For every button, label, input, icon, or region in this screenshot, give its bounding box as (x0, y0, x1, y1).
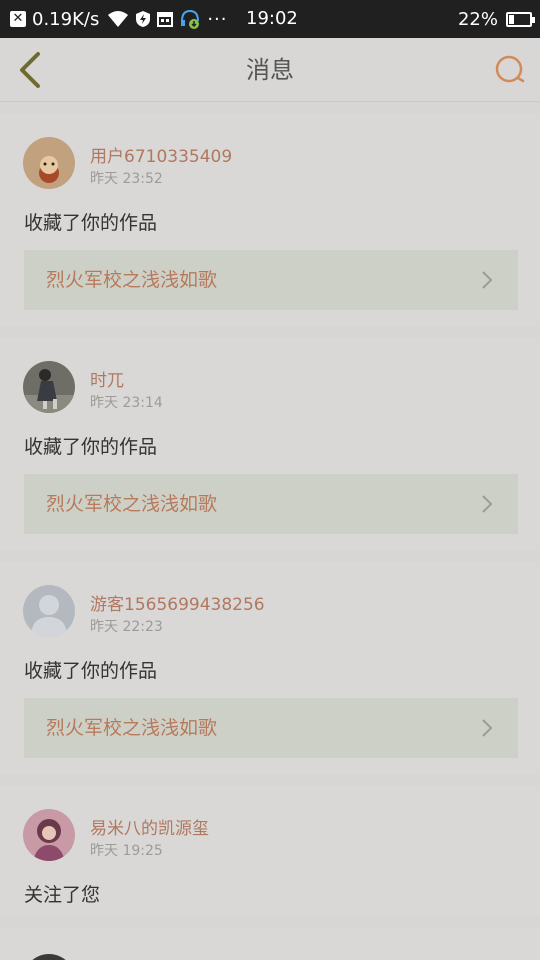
battery-fill (509, 14, 514, 24)
user-name[interactable]: 时兀 (90, 366, 124, 391)
message-item: 游客1565699438256 昨天 22:23 收藏了你的作品 烈火军校之浅浅… (0, 562, 540, 774)
work-title: 烈火军校之浅浅如歌 (46, 717, 218, 739)
headset-download-icon (179, 8, 201, 30)
search-button[interactable] (488, 48, 532, 92)
status-bar: ✕ 0.19K/s ··· 19:02 22% (0, 0, 540, 38)
chevron-right-icon (476, 493, 498, 515)
avatar[interactable] (23, 954, 75, 960)
page-title: 消息 (246, 56, 294, 84)
message-item: 时兀 昨天 23:14 收藏了你的作品 烈火军校之浅浅如歌 (0, 338, 540, 550)
message-time: 昨天 23:52 (90, 171, 163, 187)
message-time: 昨天 19:25 (90, 843, 163, 859)
battery-icon (506, 11, 535, 27)
more-notifications-icon: ··· (207, 8, 228, 30)
avatar[interactable] (23, 137, 75, 189)
work-link[interactable]: 烈火军校之浅浅如歌 (24, 698, 518, 758)
notification-close-icon: ✕ (10, 11, 26, 27)
work-title: 烈火军校之浅浅如歌 (46, 269, 218, 291)
message-time: 昨天 22:23 (90, 619, 163, 635)
message-action: 收藏了你的作品 (24, 212, 158, 234)
avatar[interactable] (23, 361, 75, 413)
avatar[interactable] (23, 585, 75, 637)
shield-icon (135, 10, 151, 28)
message-action: 关注了您 (24, 884, 101, 906)
clock: 19:02 (246, 8, 298, 29)
user-name[interactable]: 易米八的凯源玺 (90, 814, 209, 839)
work-title: 烈火军校之浅浅如歌 (46, 493, 218, 515)
work-link[interactable]: 烈火军校之浅浅如歌 (24, 250, 518, 310)
message-item: 用户6710335409 昨天 23:52 收藏了你的作品 烈火军校之浅浅如歌 (0, 114, 540, 326)
search-icon (495, 55, 525, 83)
network-speed: 0.19K/s (32, 8, 100, 30)
wifi-icon (107, 10, 129, 28)
chevron-right-icon (476, 269, 498, 291)
message-item (0, 928, 540, 960)
message-time: 昨天 23:14 (90, 395, 163, 411)
chevron-right-icon (476, 717, 498, 739)
message-item: 易米八的凯源玺 昨天 19:25 关注了您 (0, 786, 540, 916)
user-name[interactable]: 游客1565699438256 (90, 590, 265, 615)
message-action: 收藏了你的作品 (24, 436, 158, 458)
battery-percent: 22% (457, 8, 498, 30)
avatar[interactable] (23, 809, 75, 861)
work-link[interactable]: 烈火军校之浅浅如歌 (24, 474, 518, 534)
top-nav-bar: 消息 (0, 38, 540, 102)
message-action: 收藏了你的作品 (24, 660, 158, 682)
calendar-icon (157, 11, 174, 27)
user-name[interactable]: 用户6710335409 (90, 142, 232, 167)
